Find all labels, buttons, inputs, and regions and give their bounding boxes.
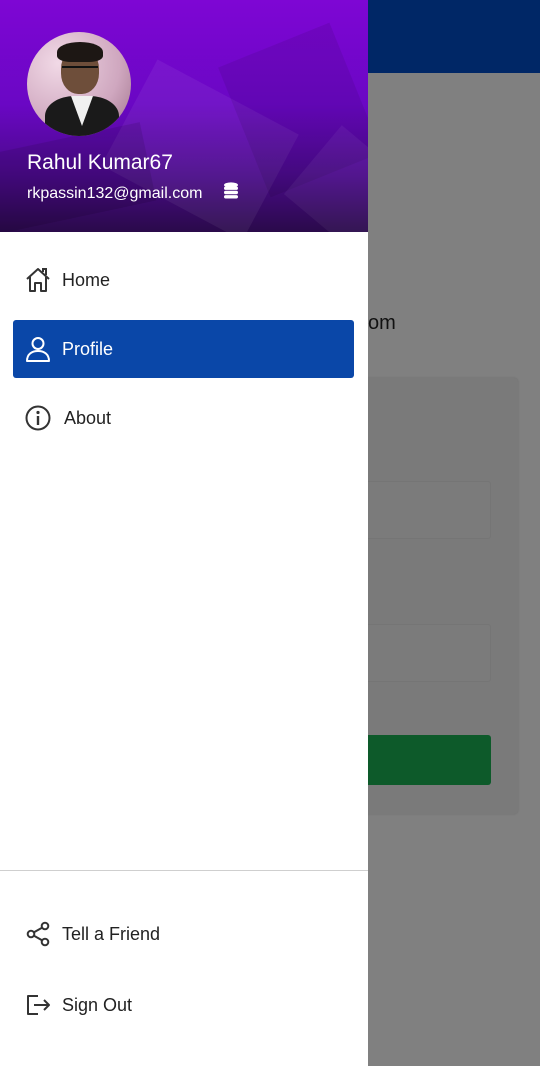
footer-item-label: Sign Out <box>62 994 133 1015</box>
navigation-drawer: Rahul Kumar67 rkpassin132@gmail.com Home… <box>0 0 368 1066</box>
drawer-header: Rahul Kumar67 rkpassin132@gmail.com <box>0 0 368 232</box>
menu-item-sign-out[interactable]: Sign Out <box>13 976 354 1034</box>
menu-item-profile[interactable]: Profile <box>13 320 354 378</box>
avatar-glasses <box>62 66 98 76</box>
menu-item-tell-a-friend[interactable]: Tell a Friend <box>13 905 354 963</box>
avatar-hair <box>57 42 103 62</box>
header-decoration <box>0 122 157 232</box>
menu-item-home[interactable]: Home <box>13 251 354 309</box>
info-icon <box>25 405 51 431</box>
user-name: Rahul Kumar67 <box>27 151 173 174</box>
menu-item-about[interactable]: About <box>13 389 354 447</box>
footer-item-label: Tell a Friend <box>62 923 161 944</box>
coins-icon <box>224 182 238 199</box>
share-icon <box>26 921 50 947</box>
sign-out-icon <box>27 995 50 1015</box>
home-icon <box>26 268 50 292</box>
background-partial-text: om <box>368 312 396 334</box>
avatar[interactable] <box>27 32 131 136</box>
user-email: rkpassin132@gmail.com <box>27 185 203 202</box>
menu-item-label: About <box>64 407 112 428</box>
menu-item-label: Profile <box>62 338 114 359</box>
menu-item-label: Home <box>62 269 111 290</box>
user-icon <box>26 337 50 362</box>
drawer-divider <box>0 870 368 871</box>
